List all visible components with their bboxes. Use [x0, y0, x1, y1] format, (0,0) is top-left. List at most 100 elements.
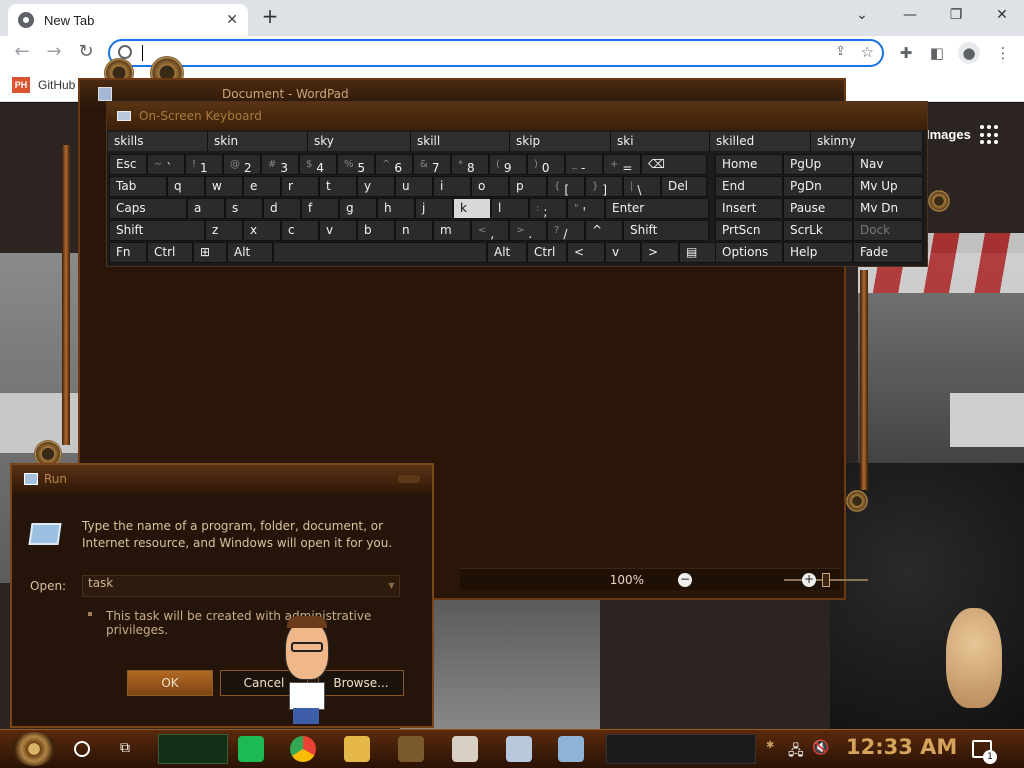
key-s[interactable]: s [225, 198, 263, 219]
key-t[interactable]: t [319, 176, 357, 197]
key-fade[interactable]: Fade [853, 242, 923, 263]
key-u[interactable]: u [395, 176, 433, 197]
prediction-skin[interactable]: skin [208, 132, 308, 151]
key-][interactable]: }] [585, 176, 623, 197]
key-r4-12[interactable]: Shift [623, 220, 709, 241]
key-f[interactable]: f [301, 198, 339, 219]
start-button[interactable] [12, 732, 56, 766]
key-r1-4[interactable]: #3 [261, 154, 299, 175]
key-y[interactable]: y [357, 176, 395, 197]
key-r1-5[interactable]: $4 [299, 154, 337, 175]
key-r3-11[interactable]: " ' [567, 198, 605, 219]
key-g[interactable]: g [339, 198, 377, 219]
volume-muted-icon[interactable]: 🔇 [812, 740, 829, 756]
key-r1-6[interactable]: % 5 [337, 154, 375, 175]
tab-new-tab[interactable]: New Tab ✕ [8, 4, 248, 36]
open-input[interactable]: task [82, 575, 400, 597]
key-r5-3[interactable]: Alt [227, 242, 273, 263]
key-r5-8[interactable]: v [605, 242, 641, 263]
key-r1-14[interactable]: ⌫ [641, 154, 707, 175]
key-nav[interactable]: Nav [853, 154, 923, 175]
key-r1-2[interactable]: ! 1 [185, 154, 223, 175]
close-icon[interactable] [398, 475, 420, 483]
back-icon[interactable]: ← [10, 41, 34, 65]
minimize-button[interactable]: — [890, 4, 930, 28]
menu-kebab-icon[interactable]: ⋮ [992, 42, 1014, 64]
key-a[interactable]: a [187, 198, 225, 219]
forward-icon[interactable]: → [42, 41, 66, 65]
key-options[interactable]: Options [715, 242, 783, 263]
key-dock[interactable]: Dock [853, 220, 923, 241]
key-r1-3[interactable]: @2 [223, 154, 261, 175]
key-r[interactable]: r [281, 176, 319, 197]
wordpad-taskbar-icon[interactable] [452, 736, 478, 762]
chevron-down-icon[interactable]: ▼ [384, 576, 399, 596]
run-titlebar[interactable]: Run [12, 465, 432, 493]
on-screen-keyboard[interactable]: On-Screen Keyboard skills skin sky skill ski… [106, 101, 928, 267]
extensions-icon[interactable]: ✚ [895, 42, 917, 64]
key-r4-4[interactable]: v [319, 220, 357, 241]
key-[[interactable]: {[ [547, 176, 585, 197]
clock[interactable]: 12:33 AM [846, 735, 957, 759]
key-home[interactable]: Home [715, 154, 783, 175]
key-r4-3[interactable]: c [281, 220, 319, 241]
key-r1-9[interactable]: * 8 [451, 154, 489, 175]
osk-titlebar[interactable]: On-Screen Keyboard [107, 102, 927, 130]
prediction-skill[interactable]: skill [411, 132, 510, 151]
tab-close-icon[interactable]: ✕ [226, 12, 238, 28]
key-r1-13[interactable]: + = [603, 154, 641, 175]
game-app-icon[interactable] [398, 736, 424, 762]
new-tab-button[interactable]: + [258, 5, 282, 29]
key-r3-12[interactable]: Enter [605, 198, 709, 219]
key-tab[interactable]: Tab [109, 176, 167, 197]
spotify-icon[interactable] [238, 736, 264, 762]
key-pgdn[interactable]: PgDn [783, 176, 853, 197]
key-prtscn[interactable]: PrtScn [715, 220, 783, 241]
google-images-link[interactable]: Images [926, 127, 971, 142]
key-p[interactable]: p [509, 176, 547, 197]
key-r1-0[interactable]: Esc [109, 154, 147, 175]
key-r4-6[interactable]: n [395, 220, 433, 241]
key-mv-dn[interactable]: Mv Dn [853, 198, 923, 219]
zoom-out-button[interactable]: − [678, 573, 692, 587]
bookmark-github[interactable]: PH GitHub [12, 77, 75, 93]
key-r4-9[interactable]: >. [509, 220, 547, 241]
omnibox[interactable]: ⇪ ☆ [108, 39, 884, 67]
key-w[interactable]: w [205, 176, 243, 197]
task-view-icon[interactable]: ⧉ [120, 740, 140, 758]
prediction-skills[interactable]: skills [108, 132, 208, 151]
prediction-ski[interactable]: ski [611, 132, 710, 151]
chrome-icon[interactable] [290, 736, 316, 762]
key-d[interactable]: d [263, 198, 301, 219]
zoom-in-button[interactable]: + [802, 573, 816, 587]
key-r4-1[interactable]: z [205, 220, 243, 241]
key-r1-1[interactable]: ~ ` [147, 154, 185, 175]
key-r4-7[interactable]: m [433, 220, 471, 241]
restore-button[interactable]: ❐ [936, 4, 976, 28]
key-pause[interactable]: Pause [783, 198, 853, 219]
network-icon[interactable]: 🖧 [788, 740, 804, 764]
key-r4-8[interactable]: <, [471, 220, 509, 241]
key-j[interactable]: j [415, 198, 453, 219]
ok-button[interactable]: OK [127, 670, 213, 696]
key-pgup[interactable]: PgUp [783, 154, 853, 175]
key-insert[interactable]: Insert [715, 198, 783, 219]
address-input[interactable] [144, 43, 784, 63]
run-dialog[interactable]: Run Type the name of a program, folder, … [10, 463, 434, 728]
key-h[interactable]: h [377, 198, 415, 219]
key-k[interactable]: k [453, 198, 491, 219]
key-r1-11[interactable]: ) 0 [527, 154, 565, 175]
key-r5-0[interactable]: Fn [109, 242, 147, 263]
key-scrlk[interactable]: ScrLk [783, 220, 853, 241]
prediction-skip[interactable]: skip [510, 132, 611, 151]
zoom-slider-thumb[interactable] [822, 573, 830, 587]
tab-search-icon[interactable]: ⌄ [842, 4, 882, 28]
key-r5-9[interactable]: > [641, 242, 679, 263]
prediction-sky[interactable]: sky [308, 132, 411, 151]
key-r4-10[interactable]: ? / [547, 220, 585, 241]
key-r4-2[interactable]: x [243, 220, 281, 241]
share-icon[interactable]: ⇪ [835, 44, 846, 59]
key-r5-1[interactable]: Ctrl [147, 242, 193, 263]
key-r1-12[interactable]: _ - [565, 154, 603, 175]
key-backslash[interactable]: | \ [623, 176, 661, 197]
